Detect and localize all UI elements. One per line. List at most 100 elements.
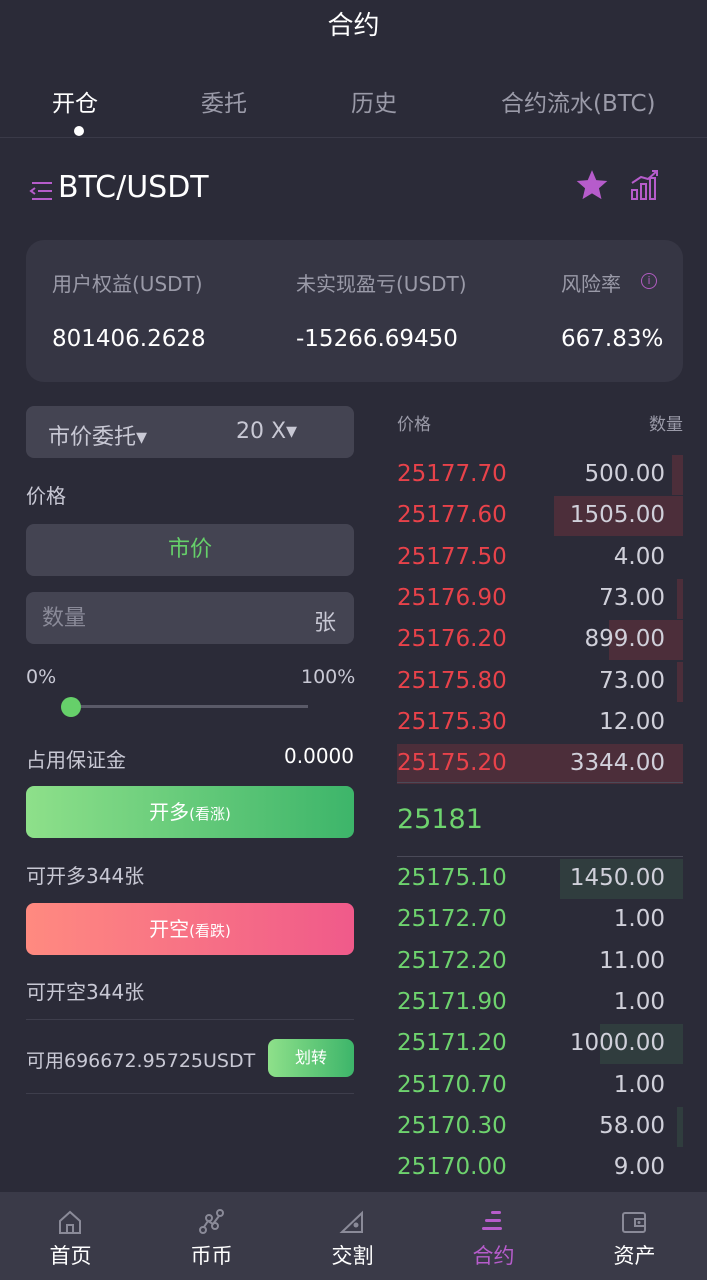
quantity-field[interactable]: 张: [26, 592, 354, 644]
ask-row[interactable]: 25175.20 3344.00: [397, 744, 683, 785]
bid-row[interactable]: 25171.90 1.00: [397, 983, 683, 1023]
tab-contract-flow[interactable]: 合约流水(BTC): [501, 84, 656, 118]
bid-quantity: 1450.00: [569, 865, 665, 891]
account-summary-card: 用户权益(USDT) 801406.2628 未实现盈亏(USDT) -1526…: [26, 240, 683, 382]
tab-open-position[interactable]: 开仓: [52, 84, 98, 118]
quantity-input[interactable]: [42, 600, 282, 636]
bid-quantity: 1.00: [613, 1071, 665, 1098]
open-short-button[interactable]: 开空(看跌): [26, 903, 354, 955]
bar-chart-icon[interactable]: [629, 168, 661, 202]
bottom-navigation: 首页 币币 交割 合约 资产: [0, 1192, 707, 1280]
nav-delivery[interactable]: 交割: [282, 1192, 423, 1280]
ask-row[interactable]: 25177.50 4.00: [397, 538, 683, 578]
bid-price: 25172.20: [397, 947, 507, 974]
bid-row[interactable]: 25170.00 9.00: [397, 1148, 683, 1188]
ask-quantity: 4.00: [613, 543, 665, 570]
nav-assets-label: 资产: [613, 1244, 656, 1268]
bid-price: 25171.90: [397, 988, 507, 1015]
bid-price: 25170.30: [397, 1112, 507, 1139]
trading-pair-name[interactable]: BTC/USDT: [58, 170, 209, 205]
star-icon[interactable]: [575, 168, 609, 202]
slider-min-label: 0%: [26, 666, 57, 688]
home-icon: [59, 1210, 81, 1234]
percentage-slider[interactable]: [64, 705, 308, 708]
order-type-dropdown[interactable]: 市价委托▾: [48, 419, 147, 451]
price-label: 价格: [26, 484, 66, 508]
ask-quantity: 899.00: [584, 626, 665, 653]
ask-price: 25175.20: [397, 750, 507, 777]
market-price-field[interactable]: 市价: [26, 524, 354, 576]
bid-price: 25172.70: [397, 906, 507, 933]
bid-quantity: 1.00: [613, 906, 665, 933]
nav-assets[interactable]: 资产: [564, 1192, 705, 1280]
nav-home-label: 首页: [49, 1244, 92, 1268]
ask-depth-bar: [677, 578, 683, 619]
short-available: 可开空344张: [26, 980, 145, 1004]
ask-price: 25177.60: [397, 502, 507, 529]
ask-price: 25175.80: [397, 667, 507, 694]
open-short-label: 开空: [149, 917, 190, 941]
price-header: 价格: [397, 415, 431, 435]
ask-row[interactable]: 25176.90 73.00: [397, 578, 683, 619]
bid-row[interactable]: 25172.20 11.00: [397, 942, 683, 982]
tab-history[interactable]: 历史: [351, 84, 397, 118]
unrealized-pnl-value: -15266.69450: [296, 326, 458, 352]
ask-quantity: 12.00: [599, 708, 665, 735]
nav-spot-label: 币币: [190, 1244, 233, 1268]
list-menu-icon[interactable]: [28, 178, 54, 204]
available-balance: 可用696672.95725USDT: [26, 1050, 256, 1072]
slider-max-label: 100%: [301, 666, 356, 688]
bid-price: 25175.10: [397, 865, 507, 891]
delivery-icon: [339, 1210, 363, 1233]
order-type-selector[interactable]: 市价委托▾ 20 X▾: [26, 406, 354, 458]
equity-value: 801406.2628: [52, 326, 206, 352]
nav-home[interactable]: 首页: [0, 1192, 141, 1280]
ask-row[interactable]: 25175.30 12.00: [397, 703, 683, 743]
ask-row[interactable]: 25177.70 500.00: [397, 455, 683, 495]
margin-label: 占用保证金: [26, 748, 126, 772]
bid-row[interactable]: 25172.70 1.00: [397, 900, 683, 940]
leverage-dropdown[interactable]: 20 X▾: [236, 419, 297, 444]
ask-quantity: 3344.00: [569, 750, 665, 777]
open-long-sublabel: (看涨): [189, 805, 231, 823]
tab-orders[interactable]: 委托: [201, 84, 247, 118]
nav-spot[interactable]: 币币: [141, 1192, 282, 1280]
ask-depth-bar: [671, 455, 683, 495]
bid-row[interactable]: 25175.10 1450.00: [397, 859, 683, 899]
bid-quantity: 9.00: [613, 1154, 665, 1181]
bid-quantity: 1000.00: [569, 1030, 665, 1057]
long-available: 可开多344张: [26, 864, 145, 888]
open-short-sublabel: (看跌): [189, 922, 231, 940]
page-title: 合约: [327, 11, 380, 41]
divider: [26, 1019, 354, 1020]
nav-contract[interactable]: 合约: [423, 1192, 564, 1280]
last-price: 25181: [397, 804, 483, 835]
info-icon[interactable]: i: [641, 273, 657, 289]
bid-depth-bar: [677, 1106, 683, 1147]
quantity-unit: 张: [314, 611, 337, 636]
margin-value: 0.0000: [284, 744, 354, 768]
slider-thumb[interactable]: [61, 697, 81, 717]
contract-icon: [482, 1211, 502, 1230]
open-long-button[interactable]: 开多(看涨): [26, 786, 354, 838]
ask-row[interactable]: 25177.60 1505.00: [397, 496, 683, 537]
unrealized-pnl-label: 未实现盈亏(USDT): [296, 272, 467, 296]
bid-row[interactable]: 25170.70 1.00: [397, 1066, 683, 1106]
ask-price: 25176.20: [397, 626, 507, 653]
ask-price: 25177.50: [397, 543, 507, 570]
bid-quantity: 1.00: [613, 988, 665, 1015]
bid-row[interactable]: 25170.30 58.00: [397, 1106, 683, 1147]
nav-contract-label: 合约: [472, 1244, 515, 1268]
ask-row[interactable]: 25176.20 899.00: [397, 620, 683, 661]
ask-quantity: 73.00: [599, 584, 665, 611]
ask-row[interactable]: 25175.80 73.00: [397, 661, 683, 702]
bid-row[interactable]: 25171.20 1000.00: [397, 1024, 683, 1065]
risk-rate-value: 667.83%: [561, 326, 664, 352]
divider: [26, 1093, 354, 1094]
wallet-icon: [622, 1212, 646, 1233]
ask-price: 25176.90: [397, 584, 507, 611]
transfer-button[interactable]: 划转: [268, 1039, 354, 1077]
ask-depth-bar: [677, 661, 683, 702]
bid-price: 25170.00: [397, 1154, 507, 1181]
ask-quantity: 1505.00: [569, 502, 665, 529]
